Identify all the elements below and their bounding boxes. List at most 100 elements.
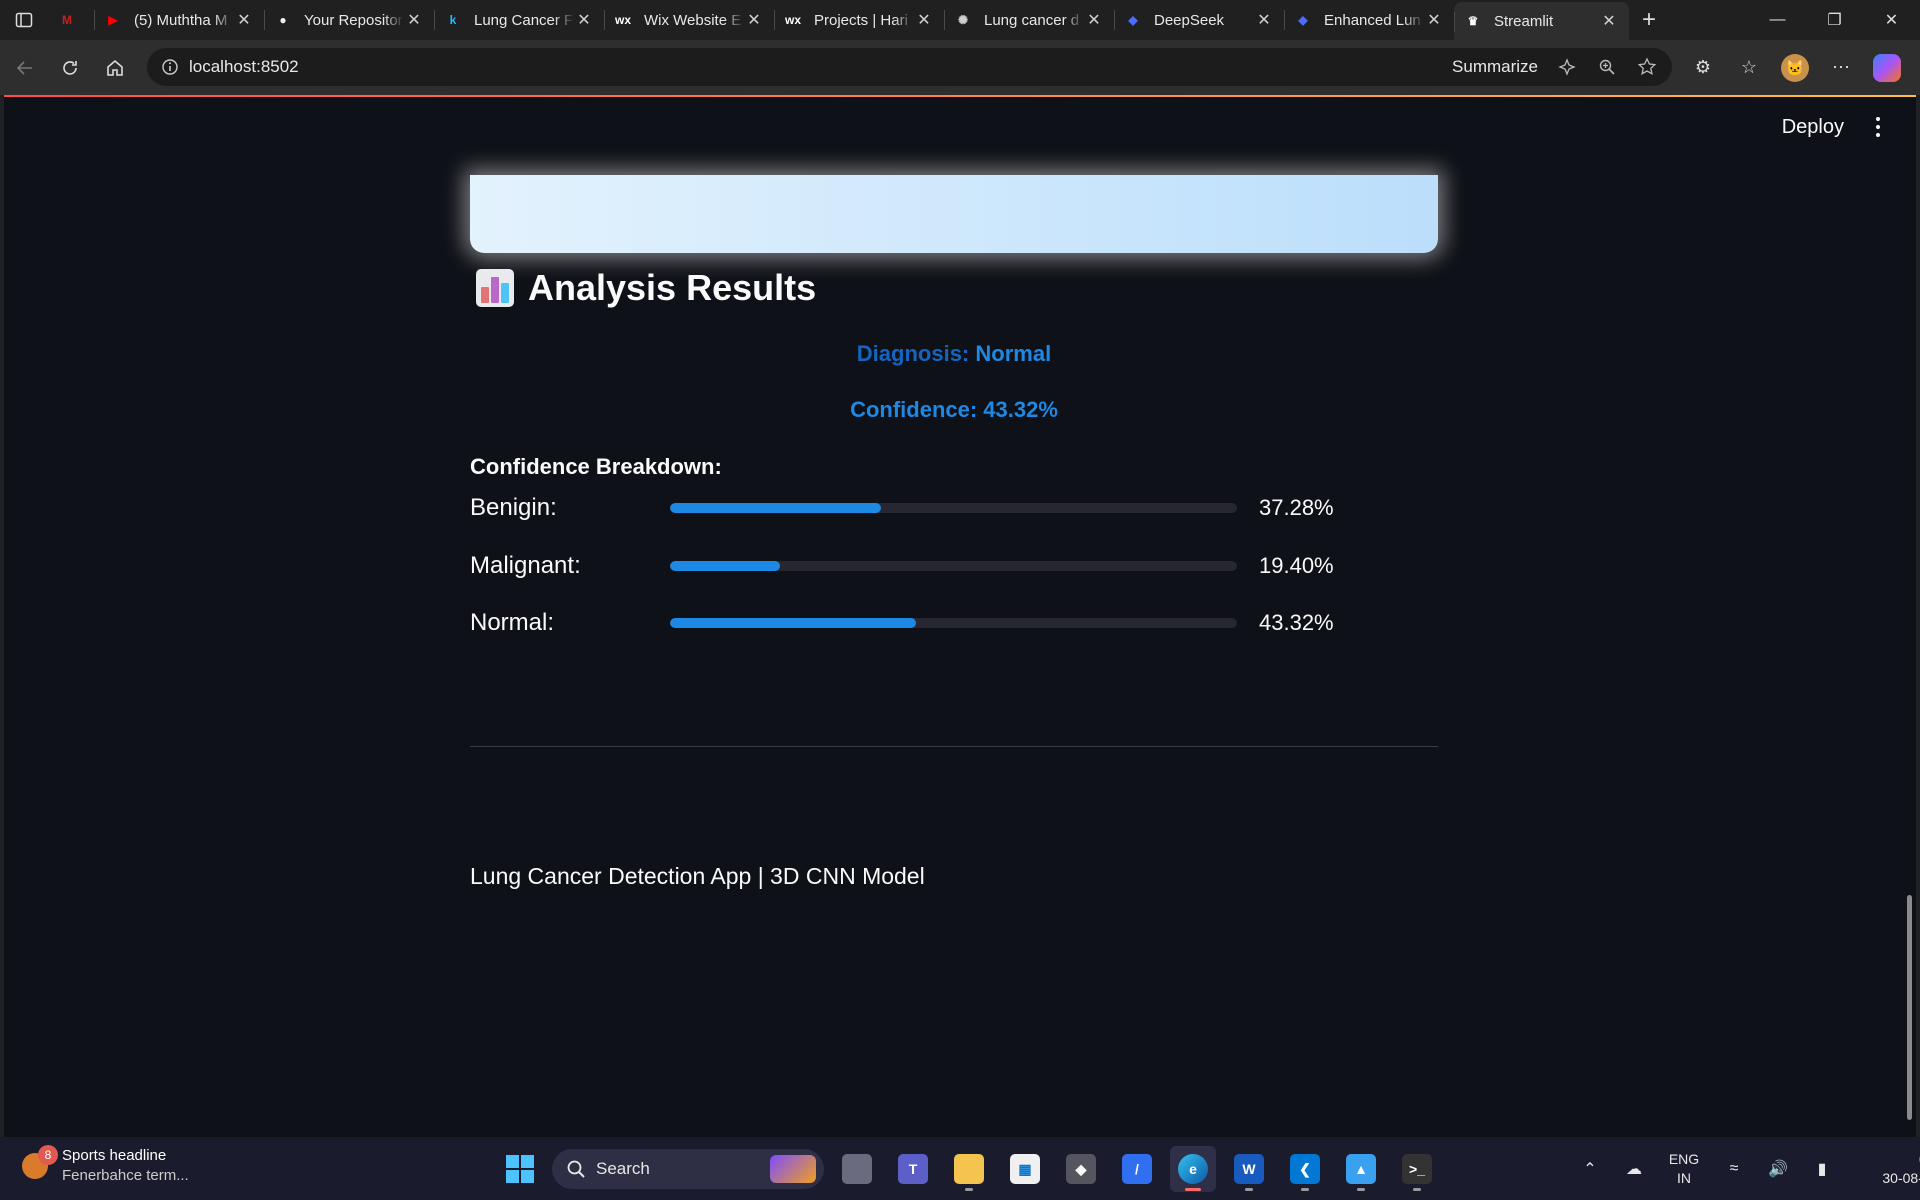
zoom-icon[interactable] <box>1592 52 1622 82</box>
scrollbar-thumb[interactable] <box>1907 895 1912 1120</box>
progress-track <box>670 618 1237 628</box>
tab-title: Projects | Hari <box>814 11 908 29</box>
breakdown-percent: 43.32% <box>1259 610 1334 635</box>
new-tab-button[interactable]: + <box>1629 0 1669 40</box>
edge-button[interactable]: e <box>1170 1146 1216 1192</box>
word-icon: W <box>1234 1154 1264 1184</box>
restore-button[interactable]: ❐ <box>1806 0 1863 40</box>
reload-button[interactable] <box>47 48 92 88</box>
close-tab-icon[interactable]: ✕ <box>914 10 934 30</box>
battery-button[interactable]: ▮ <box>1806 1159 1838 1179</box>
wifi-icon: ≈ <box>1729 1159 1739 1177</box>
close-tab-icon[interactable]: ✕ <box>744 10 764 30</box>
photos-button[interactable]: ▲ <box>1338 1146 1384 1192</box>
terminal-button[interactable]: >_ <box>1394 1146 1440 1192</box>
site-info-icon[interactable] <box>151 58 189 76</box>
progress-track <box>670 503 1237 513</box>
close-tab-icon[interactable]: ✕ <box>1084 10 1104 30</box>
browser-tab[interactable]: ▶ (5) Muththa M ✕ <box>94 0 264 40</box>
word-button[interactable]: W <box>1226 1146 1272 1192</box>
language-indicator[interactable]: ENG IN <box>1662 1150 1706 1188</box>
task-view-icon <box>842 1154 872 1184</box>
running-indicator <box>1413 1188 1421 1191</box>
close-tab-icon[interactable]: ✕ <box>1254 10 1274 30</box>
close-tab-icon[interactable]: ✕ <box>574 10 594 30</box>
vscode-button[interactable]: ❮ <box>1282 1146 1328 1192</box>
copilot-button[interactable] <box>1864 48 1910 88</box>
running-indicator <box>1357 1188 1365 1191</box>
progress-fill <box>670 618 916 628</box>
more-dots-icon: ⋯ <box>1832 57 1850 77</box>
more-menu-button[interactable]: ⋯ <box>1818 48 1864 88</box>
minimize-button[interactable]: — <box>1749 0 1806 40</box>
tab-actions-button[interactable] <box>0 0 48 40</box>
task-view-button[interactable] <box>834 1146 880 1192</box>
browser-tab[interactable]: wx Projects | Hari ✕ <box>774 0 944 40</box>
breakdown-row-malignant: Malignant: 19.40% <box>470 551 1438 581</box>
page-scrollbar[interactable] <box>1904 95 1914 1137</box>
summarize-button[interactable]: Summarize <box>1452 57 1538 77</box>
tab-title: Wix Website E <box>644 11 742 29</box>
browser-tab[interactable]: ● Your Repositor ✕ <box>264 0 434 40</box>
onedrive-button[interactable]: ☁ <box>1618 1159 1650 1179</box>
profile-button[interactable]: 🐱 <box>1772 48 1818 88</box>
breakdown-row-benign: Benigin: 37.28% <box>470 493 1438 523</box>
address-bar[interactable]: localhost:8502 Summarize <box>147 48 1672 86</box>
news-widget[interactable]: 8 Sports headline Fenerbahce term... <box>22 1144 189 1184</box>
divider <box>470 746 1438 747</box>
breakdown-row-normal: Normal: 43.32% <box>470 608 1438 638</box>
plus-icon: + <box>1641 6 1656 33</box>
home-icon <box>106 59 123 76</box>
tab-title: DeepSeek <box>1154 11 1225 29</box>
volume-button[interactable]: 🔊 <box>1762 1159 1794 1179</box>
browser-tab[interactable]: ◆ Enhanced Lun ✕ <box>1284 0 1454 40</box>
back-button[interactable] <box>2 48 47 88</box>
favorites-button[interactable]: ☆ <box>1726 48 1772 88</box>
favorite-star-icon[interactable] <box>1632 52 1662 82</box>
date-text: 30-08-2025 <box>1882 1169 1920 1186</box>
copilot-icon <box>1873 53 1901 82</box>
browser-tab[interactable]: ✺ Lung cancer d ✕ <box>944 0 1114 40</box>
taskbar-search[interactable]: Search <box>552 1149 824 1189</box>
vscode-icon: ❮ <box>1290 1154 1320 1184</box>
chatgpt-icon: ✺ <box>957 13 969 27</box>
show-hidden-icons-button[interactable]: ⌃ <box>1574 1159 1606 1179</box>
notification-badge: 8 <box>38 1144 58 1165</box>
close-window-button[interactable]: ✕ <box>1863 0 1920 40</box>
extensions-button[interactable]: ⚙ <box>1680 48 1726 88</box>
search-icon <box>567 1160 585 1178</box>
streamlit-top-decoration <box>4 95 1916 97</box>
url-text: localhost:8502 <box>189 57 299 76</box>
vs-tool-button[interactable]: / <box>1114 1146 1160 1192</box>
diagnosis-line: Diagnosis: Normal <box>470 341 1438 367</box>
browser-tab[interactable]: wx Wix Website E ✕ <box>604 0 774 40</box>
microsoft-store-button[interactable]: ▦ <box>1002 1146 1048 1192</box>
start-button[interactable] <box>498 1147 542 1191</box>
clock[interactable]: 01:06 30-08-2025 <box>1864 1150 1920 1188</box>
close-tab-icon[interactable]: ✕ <box>1599 11 1619 31</box>
close-tab-icon[interactable]: ✕ <box>1424 10 1444 30</box>
browser-tab[interactable]: ♛ Streamlit ✕ <box>1454 2 1629 40</box>
wifi-button[interactable]: ≈ <box>1718 1160 1750 1178</box>
main-menu-button[interactable] <box>1868 115 1888 139</box>
home-button[interactable] <box>92 48 137 88</box>
wix-icon: wx <box>784 13 801 27</box>
folder-icon <box>954 1154 984 1184</box>
unity-button[interactable]: ◆ <box>1058 1146 1104 1192</box>
browser-tab[interactable]: ◆ DeepSeek ✕ <box>1114 0 1284 40</box>
breakdown-percent: 37.28% <box>1259 495 1334 520</box>
browser-tab[interactable]: k Lung Cancer F ✕ <box>434 0 604 40</box>
gmail-icon: M <box>62 13 72 27</box>
deploy-button[interactable]: Deploy <box>1782 116 1844 139</box>
restore-icon: ❐ <box>1827 12 1842 29</box>
file-explorer-button[interactable] <box>946 1146 992 1192</box>
sports-news-icon: 8 <box>22 1144 58 1179</box>
copilot-sparkle-icon[interactable] <box>1552 52 1582 82</box>
close-tab-icon[interactable]: ✕ <box>234 10 254 30</box>
news-headline: Sports headline <box>62 1147 167 1164</box>
windows-logo-icon <box>506 1155 519 1168</box>
windows-taskbar: 8 Sports headline Fenerbahce term... Sea… <box>0 1137 1920 1200</box>
browser-tab[interactable]: M <box>48 0 94 40</box>
teams-button[interactable]: T <box>890 1146 936 1192</box>
close-tab-icon[interactable]: ✕ <box>404 10 424 30</box>
